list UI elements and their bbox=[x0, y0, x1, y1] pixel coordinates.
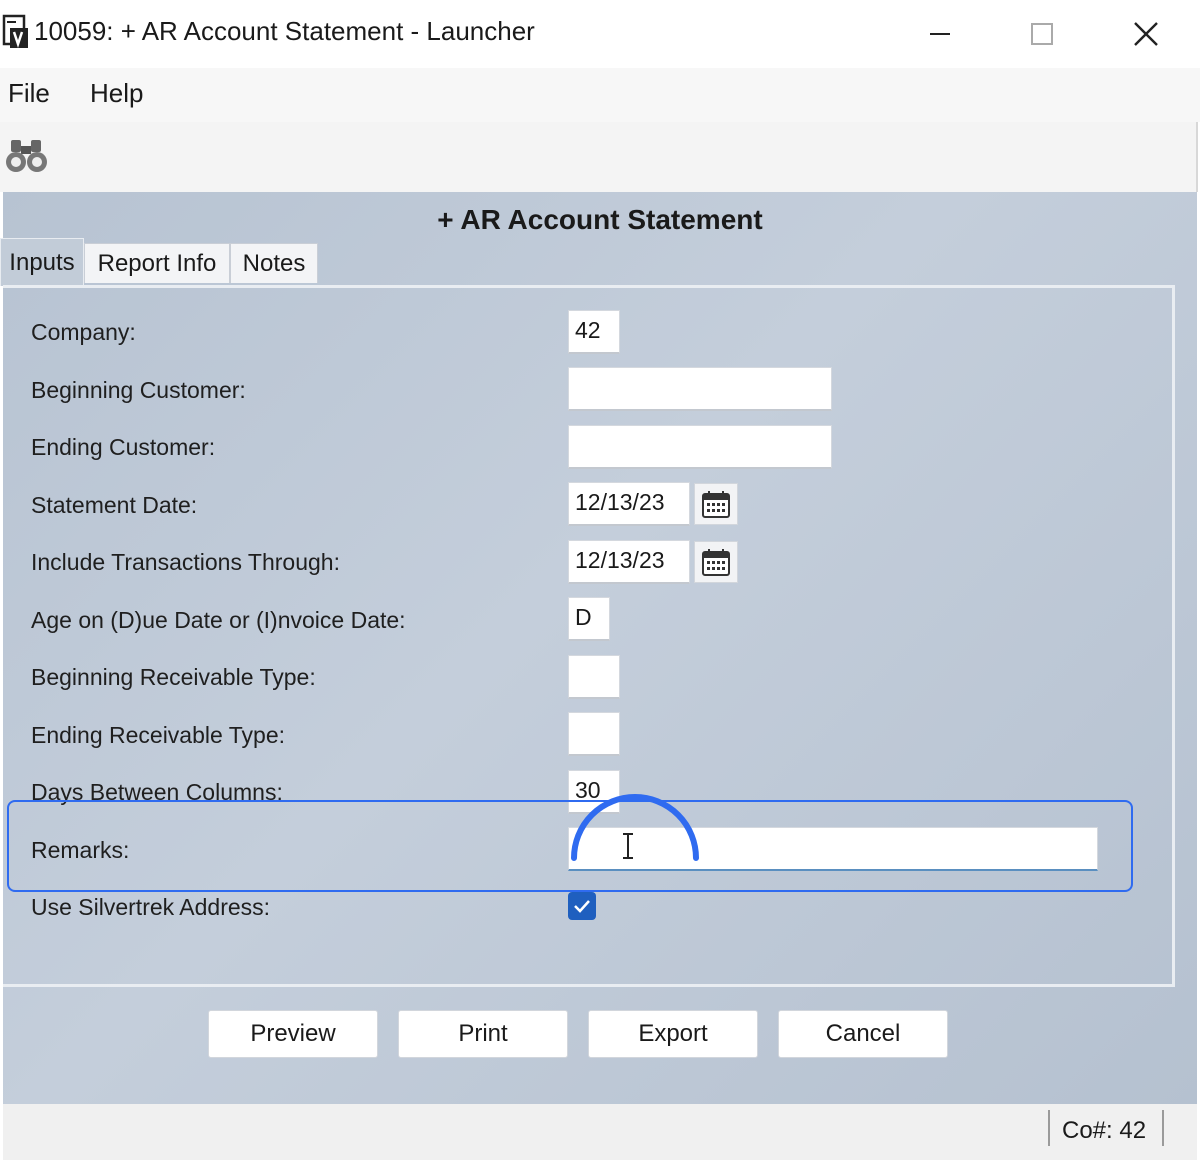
window-title: 10059: + AR Account Statement - Launcher bbox=[34, 16, 535, 46]
beginning-customer-label: Beginning Customer: bbox=[31, 377, 246, 403]
menu-file[interactable]: File bbox=[8, 78, 50, 109]
tab-inputs[interactable]: Inputs bbox=[0, 238, 84, 286]
company-field[interactable]: 42 bbox=[568, 310, 620, 354]
print-button[interactable]: Print bbox=[398, 1010, 568, 1058]
binoculars-icon[interactable] bbox=[4, 136, 50, 176]
menu-bar bbox=[0, 68, 1200, 122]
report-app-icon bbox=[2, 14, 30, 50]
cancel-button[interactable]: Cancel bbox=[778, 1010, 948, 1058]
beginning-receivable-type-label: Beginning Receivable Type: bbox=[31, 664, 316, 690]
include-through-label: Include Transactions Through: bbox=[31, 549, 340, 575]
statement-date-field[interactable]: 12/13/23 bbox=[568, 482, 690, 526]
use-silvertrek-address-label: Use Silvertrek Address: bbox=[31, 894, 271, 920]
ending-customer-label: Ending Customer: bbox=[31, 434, 216, 460]
company-status: Co#: 42 bbox=[1062, 1117, 1147, 1144]
ending-receivable-type-field[interactable] bbox=[568, 712, 620, 756]
statement-date-label: Statement Date: bbox=[31, 492, 198, 518]
status-divider bbox=[1162, 1110, 1164, 1146]
include-through-field[interactable]: 12/13/23 bbox=[568, 540, 690, 584]
company-label: Company: bbox=[31, 319, 136, 345]
statement-date-calendar-icon[interactable] bbox=[694, 483, 738, 525]
minimize-icon[interactable] bbox=[890, 0, 990, 68]
maximize-icon[interactable] bbox=[992, 0, 1092, 68]
ending-customer-field[interactable] bbox=[568, 425, 832, 469]
toolbar bbox=[0, 122, 1198, 192]
beginning-receivable-type-field[interactable] bbox=[568, 655, 620, 699]
include-through-calendar-icon[interactable] bbox=[694, 541, 738, 583]
export-button[interactable]: Export bbox=[588, 1010, 758, 1058]
remarks-highlight bbox=[7, 800, 1133, 892]
age-on-label: Age on (D)ue Date or (I)nvoice Date: bbox=[31, 607, 406, 633]
tab-report-info[interactable]: Report Info bbox=[84, 243, 230, 283]
age-on-field[interactable]: D bbox=[568, 597, 610, 641]
form-title: + AR Account Statement bbox=[437, 204, 763, 235]
use-silvertrek-address-checkbox[interactable] bbox=[568, 892, 596, 920]
ending-receivable-type-label: Ending Receivable Type: bbox=[31, 722, 286, 748]
tab-notes[interactable]: Notes bbox=[230, 243, 318, 283]
close-icon[interactable] bbox=[1096, 0, 1196, 68]
status-bar bbox=[3, 1104, 1197, 1160]
preview-button[interactable]: Preview bbox=[208, 1010, 378, 1058]
beginning-customer-field[interactable] bbox=[568, 367, 832, 411]
menu-help[interactable]: Help bbox=[90, 78, 143, 109]
status-divider bbox=[1048, 1110, 1050, 1146]
